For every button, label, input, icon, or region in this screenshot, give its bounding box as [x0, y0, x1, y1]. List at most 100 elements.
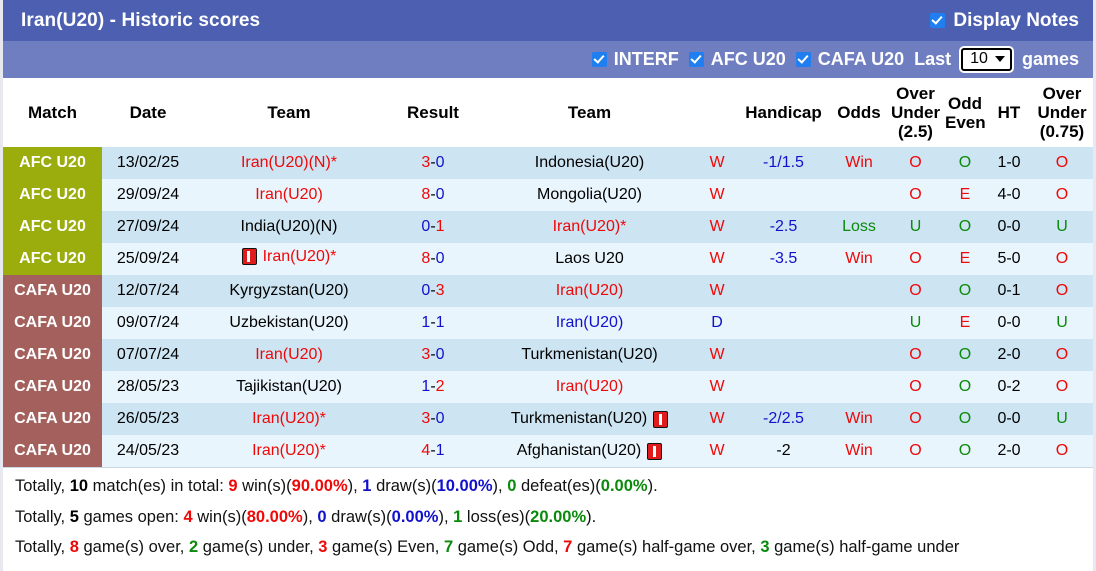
away-team-cell[interactable]: Iran(U20) [482, 371, 697, 404]
home-team-cell[interactable]: Iran(U20)* [194, 435, 384, 468]
col-header-match[interactable]: Match [3, 78, 102, 148]
score-cell[interactable]: 0-1 [384, 211, 482, 244]
checkbox-icon-interf[interactable] [591, 52, 607, 67]
table-row[interactable]: CAFA U20 09/07/24 Uzbekistan(U20) 1-1 Iran(U… [3, 307, 1093, 340]
summary-l3-p1: Totally, [15, 537, 70, 556]
score-cell[interactable]: 4-1 [384, 435, 482, 468]
competition-badge[interactable]: CAFA U20 [3, 435, 102, 468]
col-header-odd-even[interactable]: Odd Even [943, 78, 987, 148]
home-team-cell[interactable]: Iran(U20)* [194, 243, 384, 276]
competition-badge[interactable]: AFC U20 [3, 243, 102, 276]
home-team-cell[interactable]: Tajikistan(U20) [194, 371, 384, 404]
away-team-cell[interactable]: Turkmenistan(U20) [482, 339, 697, 372]
away-team-cell[interactable]: Indonesia(U20) [482, 147, 697, 180]
home-team-cell[interactable]: Iran(U20)* [194, 403, 384, 436]
table-row[interactable]: CAFA U20 26/05/23 Iran(U20)* 3-0 Turkmenista… [3, 403, 1093, 436]
col-header-team-away[interactable]: Team [482, 78, 697, 148]
away-team-name: Iran(U20) [555, 282, 624, 300]
result-wdl: W [697, 403, 737, 436]
away-team-cell[interactable]: Iran(U20)* [482, 211, 697, 244]
games-count-select[interactable]: 10 [961, 48, 1012, 71]
score-home: 0 [421, 282, 431, 300]
competition-badge[interactable]: CAFA U20 [3, 371, 102, 404]
away-team-cell[interactable]: Afghanistan(U20) [482, 435, 697, 468]
col-header-result[interactable]: Result [384, 78, 482, 148]
handicap-value [737, 275, 830, 308]
filter-toggle-cafa-u20[interactable]: CAFA U20 [795, 49, 904, 70]
table-row[interactable]: AFC U20 29/09/24 Iran(U20) 8-0 Mongolia(U20)… [3, 179, 1093, 212]
home-team-cell[interactable]: Kyrgyzstan(U20) [194, 275, 384, 308]
col-header-odds[interactable]: Odds [830, 78, 888, 148]
odd-even-value: O [943, 147, 987, 180]
score-cell[interactable]: 3-0 [384, 339, 482, 372]
odds-result [830, 275, 888, 308]
result-wdl: W [697, 147, 737, 180]
home-team-cell[interactable]: Iran(U20) [194, 179, 384, 212]
over-under-25-value: O [888, 275, 943, 308]
competition-badge[interactable]: CAFA U20 [3, 307, 102, 340]
odds-result: Win [830, 435, 888, 468]
score-away: 0 [435, 186, 445, 204]
home-team-cell[interactable]: Iran(U20)(N)* [194, 147, 384, 180]
col-header-date[interactable]: Date [102, 78, 194, 148]
table-row[interactable]: CAFA U20 12/07/24 Kyrgyzstan(U20) 0-3 Iran(U… [3, 275, 1093, 308]
checkbox-icon-display-notes[interactable] [930, 13, 946, 28]
match-date: 28/05/23 [102, 371, 194, 404]
filter-toggle-afc-u20[interactable]: AFC U20 [688, 49, 786, 70]
summary-l1-wins: 9 [228, 477, 238, 496]
competition-badge[interactable]: CAFA U20 [3, 339, 102, 372]
competition-badge[interactable]: AFC U20 [3, 211, 102, 244]
halftime-score: 0-0 [987, 403, 1031, 436]
ou075-line3: (0.75) [1039, 122, 1085, 142]
checkbox-icon-cafa-u20[interactable] [795, 52, 811, 67]
col-header-over-under-25[interactable]: Over Under (2.5) [888, 78, 943, 148]
historic-scores-table: Match Date Team Result Team Handicap Odd… [3, 78, 1093, 468]
display-notes-toggle[interactable]: Display Notes [930, 10, 1079, 32]
away-team-name: Turkmenistan(U20) [521, 346, 658, 364]
filter-toggle-interf[interactable]: INTERF [591, 49, 679, 70]
display-notes-label: Display Notes [953, 9, 1079, 31]
odds-result: Win [830, 147, 888, 180]
away-team-cell[interactable]: Laos U20 [482, 243, 697, 276]
home-team-cell[interactable]: India(U20)(N) [194, 211, 384, 244]
checkbox-icon-afc-u20[interactable] [688, 52, 704, 67]
summary-l3-half-over: 7 [563, 537, 573, 556]
col-header-over-under-075[interactable]: Over Under (0.75) [1031, 78, 1093, 148]
halftime-score: 4-0 [987, 179, 1031, 212]
away-team-cell[interactable]: Mongolia(U20) [482, 179, 697, 212]
table-row[interactable]: CAFA U20 07/07/24 Iran(U20) 3-0 Turkmenistan… [3, 339, 1093, 372]
home-team-cell[interactable]: Iran(U20) [194, 339, 384, 372]
table-row[interactable]: CAFA U20 28/05/23 Tajikistan(U20) 1-2 Iran(U… [3, 371, 1093, 404]
score-cell[interactable]: 3-0 [384, 403, 482, 436]
summary-l2-win-pct: 80.00% [246, 507, 303, 526]
col-header-team-home[interactable]: Team [194, 78, 384, 148]
handicap-value [737, 307, 830, 340]
odd-even-value: O [943, 403, 987, 436]
summary-l2-draw-pct: 0.00% [391, 507, 439, 526]
away-team-cell[interactable]: Iran(U20) [482, 275, 697, 308]
match-date: 13/02/25 [102, 147, 194, 180]
home-team-name: Iran(U20) [255, 346, 323, 364]
away-team-cell[interactable]: Iran(U20) [482, 307, 697, 340]
competition-badge[interactable]: AFC U20 [3, 147, 102, 180]
home-team-cell[interactable]: Uzbekistan(U20) [194, 307, 384, 340]
score-cell[interactable]: 8-0 [384, 243, 482, 276]
score-cell[interactable]: 3-0 [384, 147, 482, 180]
away-team-cell[interactable]: Turkmenistan(U20) [482, 403, 697, 436]
summary-l3-p3: game(s) under, [198, 537, 319, 556]
score-cell[interactable]: 1-2 [384, 371, 482, 404]
score-cell[interactable]: 8-0 [384, 179, 482, 212]
score-cell[interactable]: 1-1 [384, 307, 482, 340]
competition-badge[interactable]: CAFA U20 [3, 403, 102, 436]
table-row[interactable]: CAFA U20 24/05/23 Iran(U20)* 4-1 Afghanistan… [3, 435, 1093, 468]
col-header-ht[interactable]: HT [987, 78, 1031, 148]
competition-badge[interactable]: AFC U20 [3, 179, 102, 212]
score-away: 0 [435, 250, 445, 268]
score-cell[interactable]: 0-3 [384, 275, 482, 308]
col-header-handicap[interactable]: Handicap [737, 78, 830, 148]
table-row[interactable]: AFC U20 25/09/24 Iran(U20)* 8-0 Laos U20 W -3.… [3, 243, 1093, 276]
competition-badge[interactable]: CAFA U20 [3, 275, 102, 308]
table-row[interactable]: AFC U20 27/09/24 India(U20)(N) 0-1 Iran(U20)… [3, 211, 1093, 244]
table-row[interactable]: AFC U20 13/02/25 Iran(U20)(N)* 3-0 Indonesia… [3, 147, 1093, 180]
odd-even-value: O [943, 275, 987, 308]
